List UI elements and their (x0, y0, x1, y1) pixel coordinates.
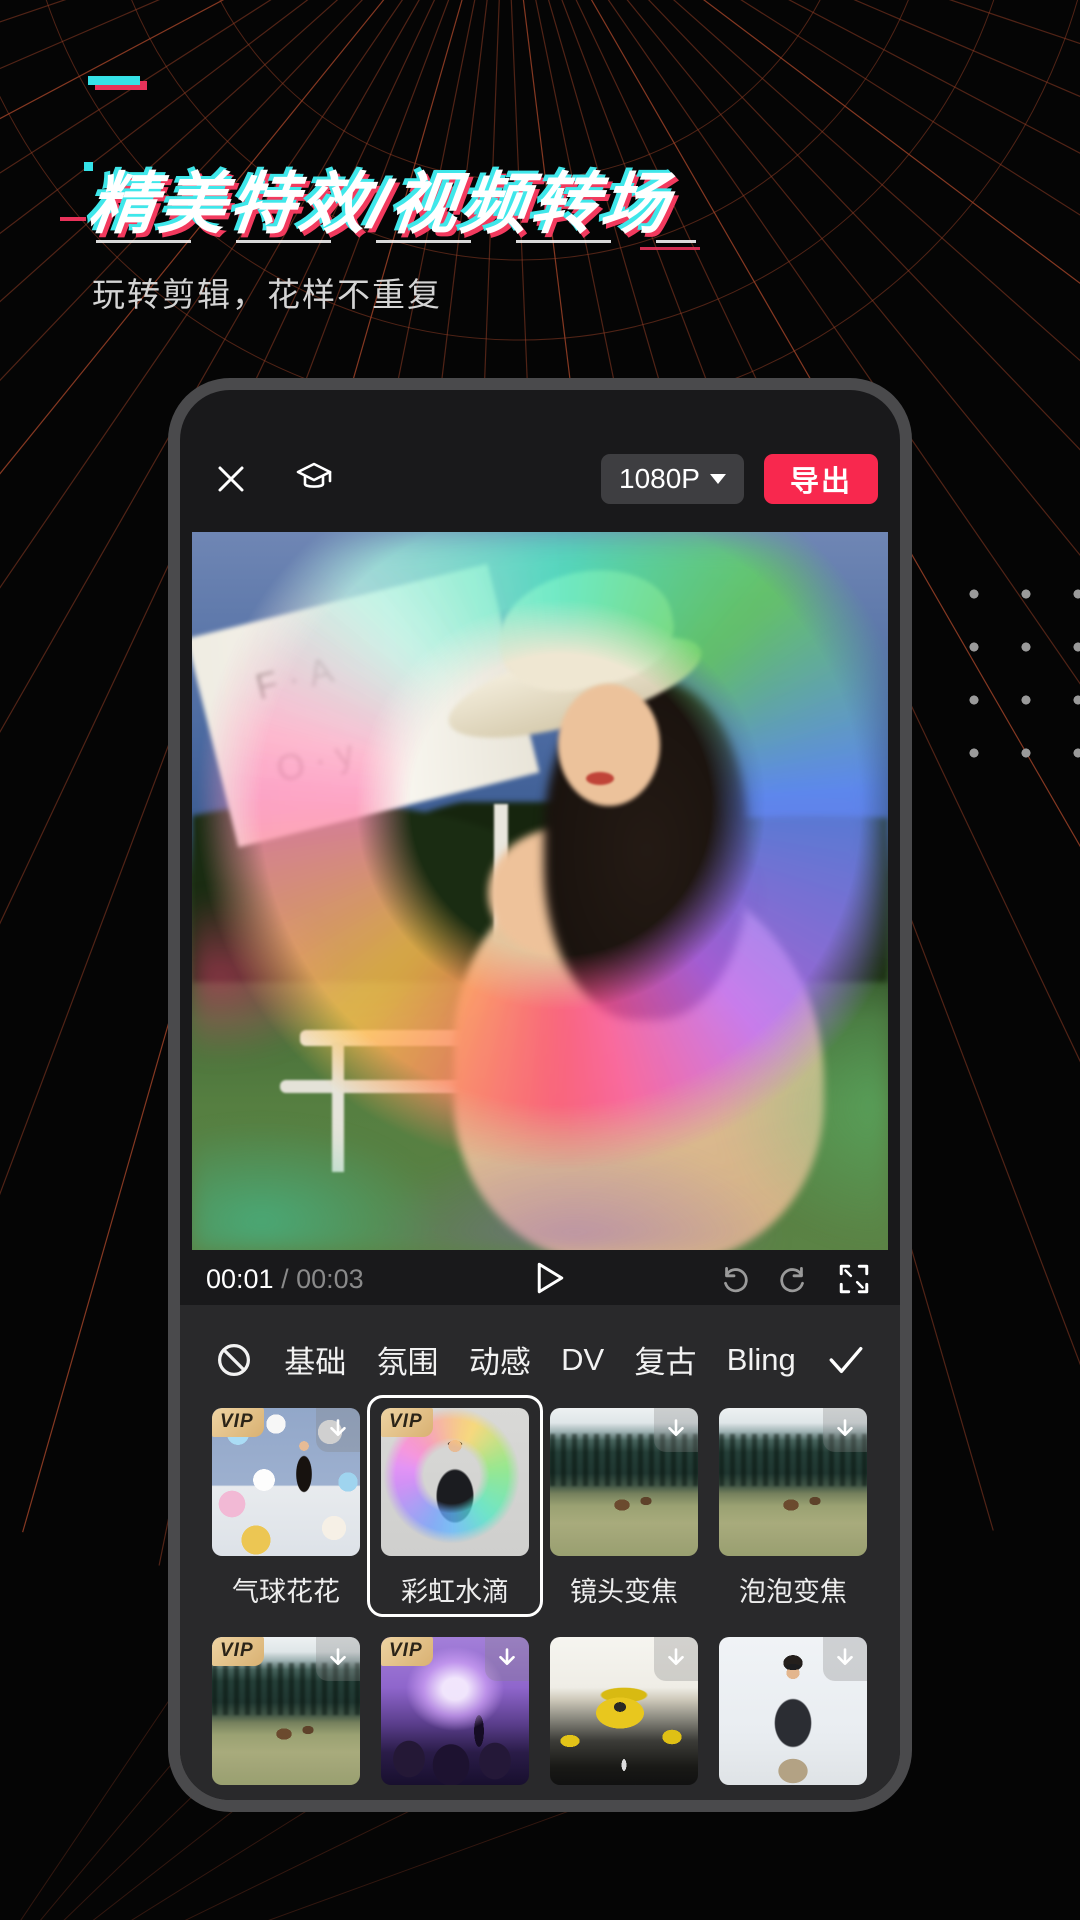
download-icon[interactable] (316, 1637, 360, 1681)
effect-thumbnail[interactable] (719, 1637, 867, 1785)
total-time: 00:03 (296, 1264, 364, 1294)
download-arrow-icon (494, 1646, 520, 1672)
page-subtitle: 玩转剪辑，花样不重复 (92, 268, 442, 316)
export-button[interactable]: 导出 (764, 454, 878, 504)
download-arrow-icon (325, 1646, 351, 1672)
promo-page: 精美特效/视频转场 玩转剪辑，花样不重复 (0, 0, 1080, 1920)
download-icon[interactable] (823, 1637, 867, 1681)
effect-tile-1[interactable]: VIP 彩虹水滴 (381, 1408, 529, 1609)
effect-thumbnail[interactable] (550, 1637, 698, 1785)
vip-badge: VIP (212, 1637, 264, 1666)
effect-tile-5[interactable]: VIP 闪光弹跳 (381, 1637, 529, 1800)
redo-icon[interactable] (776, 1262, 812, 1296)
effect-tile-3[interactable]: 泡泡变焦 (719, 1408, 867, 1609)
no-effect-icon[interactable] (214, 1340, 254, 1380)
time-separator: / (274, 1264, 297, 1294)
current-time: 00:01 (206, 1264, 274, 1294)
effect-tile-0[interactable]: VIP 气球花花 (212, 1408, 360, 1609)
category-tabs: 基础氛围动感 DV 复古 Bling (214, 1337, 866, 1382)
effect-tile-4[interactable]: VIP 镜头模糊 (212, 1637, 360, 1800)
play-button[interactable] (528, 1258, 568, 1298)
effect-thumbnail[interactable]: VIP (212, 1637, 360, 1785)
close-button[interactable] (212, 460, 250, 498)
download-arrow-icon (325, 1417, 351, 1443)
accent-dash (88, 76, 140, 85)
effect-name: 镜头变焦 (550, 1570, 698, 1609)
chevron-down-icon (710, 474, 726, 484)
close-icon (212, 460, 250, 498)
vip-badge: VIP (212, 1408, 264, 1437)
effect-name: 左右摇晃 (719, 1799, 867, 1800)
phone-mockup: 1080P 导出 F·A O·y (168, 378, 912, 1812)
editor-toolbar: 1080P 导出 (212, 452, 878, 506)
effect-tile-6[interactable]: 单色填充 (550, 1637, 698, 1800)
tab-category-0[interactable]: 基础 (284, 1337, 346, 1382)
effect-tile-2[interactable]: 镜头变焦 (550, 1408, 698, 1609)
effect-tile-7[interactable]: 左右摇晃 (719, 1637, 867, 1800)
download-icon[interactable] (316, 1408, 360, 1452)
dots-grid (948, 568, 1080, 780)
download-arrow-icon (832, 1417, 858, 1443)
download-icon[interactable] (823, 1408, 867, 1452)
undo-icon[interactable] (716, 1262, 752, 1296)
download-icon[interactable] (485, 1637, 529, 1681)
tutorial-button[interactable] (292, 459, 336, 499)
video-preview[interactable]: F·A O·y (192, 532, 888, 1250)
confirm-check-icon[interactable] (826, 1343, 866, 1377)
tab-category-1[interactable]: 氛围 (377, 1337, 439, 1382)
download-icon[interactable] (654, 1408, 698, 1452)
time-display: 00:01 / 00:03 (206, 1264, 364, 1295)
play-icon (528, 1258, 568, 1298)
effect-thumbnail[interactable]: VIP (212, 1408, 360, 1556)
glitch-cyan-dot (84, 162, 93, 171)
glitch-underline-red (640, 247, 700, 250)
glitch-red-dash (60, 217, 86, 221)
effect-name: 气球花花 (212, 1570, 360, 1609)
effects-grid: VIP 气球花花 VIP 彩虹水滴镜头变焦泡泡变焦 VIP 镜头模糊 VIP 闪光弹跳 单色填充… (212, 1408, 867, 1800)
effect-name: 泡泡变焦 (719, 1570, 867, 1609)
tab-category-2[interactable]: 动感 (469, 1337, 531, 1382)
effect-name: 镜头模糊 (212, 1799, 360, 1800)
resolution-label: 1080P (619, 463, 700, 495)
download-arrow-icon (663, 1646, 689, 1672)
graduation-cap-icon (292, 459, 336, 499)
resolution-button[interactable]: 1080P (601, 454, 744, 504)
editor-screen: 1080P 导出 F·A O·y (180, 390, 900, 1800)
history-controls (716, 1262, 872, 1296)
page-title: 精美特效/视频转场 (84, 150, 678, 247)
rainbow-effect-overlay (192, 532, 888, 1250)
download-arrow-icon (832, 1646, 858, 1672)
effect-thumbnail[interactable]: VIP (381, 1408, 529, 1556)
tab-category-5[interactable]: Bling (727, 1342, 796, 1378)
effect-thumbnail[interactable] (550, 1408, 698, 1556)
fullscreen-icon[interactable] (836, 1262, 872, 1296)
tab-category-4[interactable]: 复古 (634, 1337, 696, 1382)
download-icon[interactable] (654, 1637, 698, 1681)
effect-name: 闪光弹跳 (381, 1799, 529, 1800)
tab-category-3[interactable]: DV (561, 1342, 604, 1378)
effects-panel: 基础氛围动感DV复古Bling VIP气球花花VIP彩虹水滴镜头变焦泡泡变焦VI… (180, 1305, 900, 1800)
vip-badge: VIP (381, 1637, 433, 1666)
playback-bar: 00:01 / 00:03 (192, 1250, 888, 1308)
effect-thumbnail[interactable]: VIP (381, 1637, 529, 1785)
download-arrow-icon (663, 1417, 689, 1443)
effect-name: 彩虹水滴 (381, 1570, 529, 1609)
vip-badge: VIP (381, 1408, 433, 1437)
effect-name: 单色填充 (550, 1799, 698, 1800)
effect-thumbnail[interactable] (719, 1408, 867, 1556)
